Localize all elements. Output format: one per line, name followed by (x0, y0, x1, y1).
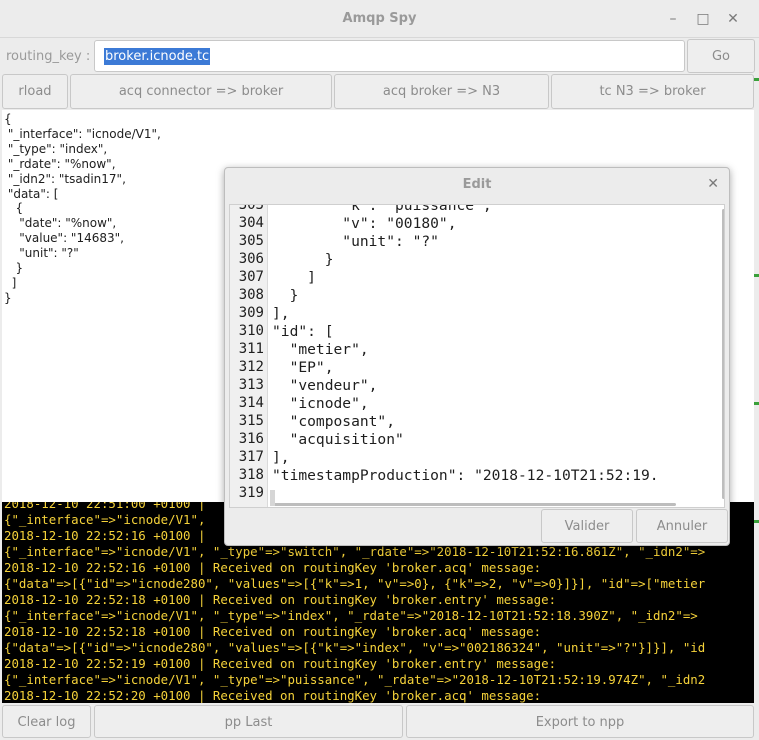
close-icon[interactable]: ✕ (724, 10, 742, 28)
code-line: } (272, 287, 299, 304)
tc-n3-button[interactable]: tc N3 => broker (551, 74, 754, 109)
go-button[interactable]: Go (687, 39, 755, 73)
line-number: 304 (238, 215, 264, 231)
title-bar: Amqp Spy – □ ✕ (0, 0, 759, 38)
line-number: 306 (238, 251, 264, 267)
routing-key-value: broker.icnode.tc (104, 48, 211, 65)
log-line: 2018-12-10 22:52:18 +0100 | Received on … (4, 592, 557, 607)
code-line: ], (272, 449, 290, 466)
log-line: {"data"=>[{"id"=>"icnode280", "values"=>… (4, 576, 706, 591)
log-line: 2018-12-10 22:52:16 +0100 | Received on … (4, 560, 542, 575)
log-line: 2018-12-10 22:52:16 +0100 | (4, 528, 206, 543)
valider-button[interactable]: Valider (541, 509, 633, 543)
text-cursor (270, 490, 275, 506)
code-line: ] (272, 269, 316, 286)
log-line: 2018-12-10 22:52:20 +0100 | Received on … (4, 688, 542, 703)
rload-button[interactable]: rload (2, 74, 68, 109)
window-title: Amqp Spy (342, 11, 417, 26)
line-number: 303 (238, 204, 264, 213)
code-line: "composant", (272, 413, 396, 430)
line-number: 317 (238, 449, 264, 465)
code-line: "id": [ (272, 323, 334, 340)
annuler-button[interactable]: Annuler (636, 509, 728, 543)
code-line: "timestampProduction": "2018-12-10T21:52… (272, 467, 659, 484)
line-number: 309 (238, 305, 264, 321)
line-number: 319 (238, 485, 264, 501)
line-number: 315 (238, 413, 264, 429)
code-line: "acquisition" (272, 431, 404, 448)
acq-broker-button[interactable]: acq broker => N3 (334, 74, 549, 109)
line-number: 313 (238, 377, 264, 393)
line-number: 316 (238, 431, 264, 447)
log-line: {"_interface"=>"icnode/V1", (4, 512, 206, 527)
code-line: ], (272, 305, 290, 322)
line-number: 311 (238, 341, 264, 357)
line-number: 310 (238, 323, 264, 339)
line-number-gutter: 303 304 305 306 307 308 309 310 311 312 313 314 315 3… (230, 205, 268, 507)
dialog-title: Edit (462, 177, 492, 192)
code-line: "EP", (272, 359, 334, 376)
edit-dialog: Edit ✕ 303 304 305 306 307 308 309 310 311 312 313… (224, 167, 730, 546)
log-line: 2018-12-10 22:51:00 +0100 | (4, 502, 206, 511)
line-number: 312 (238, 359, 264, 375)
code-line: "metier", (272, 341, 369, 358)
log-line: {"_interface"=>"icnode/V1", "_type"=>"pu… (4, 672, 706, 687)
maximize-icon[interactable]: □ (694, 10, 712, 28)
code-line: "v": "00180", (272, 215, 457, 232)
acq-connector-button[interactable]: acq connector => broker (70, 74, 332, 109)
pp-last-button[interactable]: pp Last (94, 705, 403, 738)
line-number: 318 (238, 467, 264, 483)
minimize-icon[interactable]: – (664, 10, 682, 28)
vertical-scrollbar[interactable] (722, 209, 724, 499)
horizontal-scrollbar[interactable] (272, 503, 676, 506)
code-line: } (272, 251, 334, 268)
log-line: 2018-12-10 22:52:19 +0100 | Received on … (4, 656, 557, 671)
code-line: "unit": "?" (272, 233, 439, 250)
log-line: {"_interface"=>"icnode/V1", "_type"=>"sw… (4, 544, 706, 559)
line-number: 308 (238, 287, 264, 303)
log-line: {"_interface"=>"icnode/V1", "_type"=>"in… (4, 608, 698, 623)
code-line: "k": "puissance", (272, 204, 492, 214)
json-text: { "_interface": "icnode/V1", "_type": "i… (4, 112, 161, 305)
code-editor[interactable]: 303 304 305 306 307 308 309 310 311 312 313 314 315 3… (229, 204, 725, 508)
log-line: 2018-12-10 22:52:18 +0100 | Received on … (4, 624, 542, 639)
dialog-close-icon[interactable]: ✕ (707, 176, 719, 192)
code-line: "icnode", (272, 395, 369, 412)
export-npp-button[interactable]: Export to npp (406, 705, 754, 738)
routing-key-input[interactable]: broker.icnode.tc (94, 40, 685, 72)
line-number: 314 (238, 395, 264, 411)
line-number: 307 (238, 269, 264, 285)
routing-key-label: routing_key : (6, 49, 91, 64)
line-number: 305 (238, 233, 264, 249)
code-line: "vendeur", (272, 377, 378, 394)
clear-log-button[interactable]: Clear log (2, 705, 91, 738)
log-line: {"data"=>[{"id"=>"icnode280", "values"=>… (4, 640, 706, 655)
